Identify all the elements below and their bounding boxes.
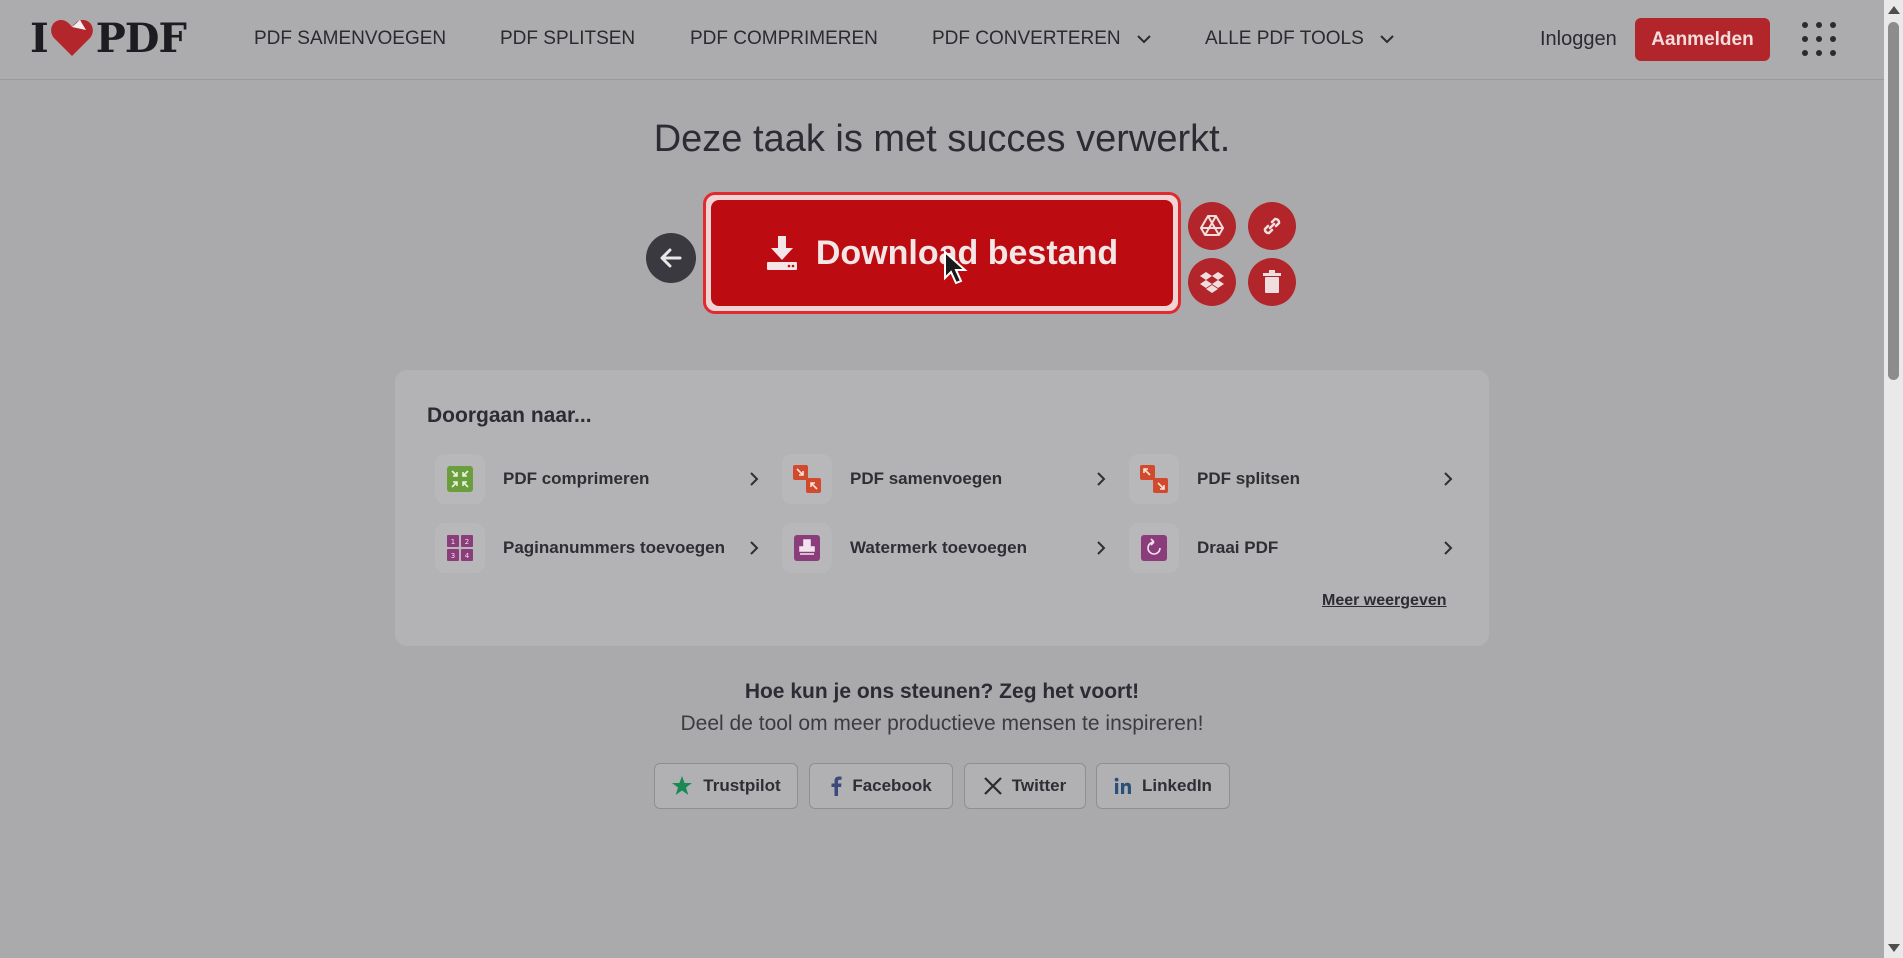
signup-button[interactable]: Aanmelden — [1635, 18, 1770, 61]
delete-file-button[interactable] — [1248, 258, 1296, 306]
back-button[interactable] — [646, 233, 696, 283]
scroll-thumb[interactable] — [1888, 22, 1899, 380]
nav-compress-pdf-label: PDF COMPRIMEREN — [690, 28, 878, 49]
chevron-right-icon — [1444, 541, 1453, 555]
dropbox-icon — [1200, 272, 1224, 293]
nav-convert-pdf-label: PDF CONVERTEREN — [932, 28, 1121, 49]
nav-merge-pdf[interactable]: PDF SAMENVOEGEN — [254, 28, 446, 50]
support-subtitle: Deel de tool om meer productieve mensen … — [680, 712, 1204, 735]
page-numbers-icon: 1 2 3 4 — [435, 523, 485, 573]
chevron-right-icon — [750, 541, 759, 555]
share-label: Facebook — [852, 776, 932, 795]
arrow-left-icon — [660, 248, 682, 268]
continue-title: Doorgaan naar... — [427, 404, 592, 427]
tool-label: PDF splitsen — [1197, 469, 1300, 488]
tool-label: Paginanummers toevoegen — [503, 538, 726, 557]
heart-icon — [50, 20, 93, 56]
logo-text-pdf: PDF — [95, 14, 187, 62]
tool-split-pdf[interactable]: PDF splitsen — [1129, 454, 1457, 504]
facebook-button[interactable]: Facebook — [809, 763, 953, 809]
download-icon — [766, 236, 797, 270]
chevron-down-icon — [1136, 34, 1151, 43]
facebook-icon — [831, 776, 842, 796]
nav-split-pdf-label: PDF SPLITSEN — [500, 28, 636, 49]
compress-icon — [435, 454, 485, 504]
nav-all-tools[interactable]: ALLE PDF TOOLS — [1205, 28, 1394, 50]
svg-text:4: 4 — [465, 552, 470, 560]
chevron-right-icon — [1097, 472, 1106, 486]
tool-rotate-pdf[interactable]: Draai PDF — [1129, 523, 1457, 573]
support-title: Hoe kun je ons steunen? Zeg het voort! — [744, 680, 1140, 703]
link-icon — [1263, 217, 1281, 235]
top-navbar: I PDF PDF SAMENVOEGEN PDF SPLITSEN PDF C… — [0, 0, 1884, 80]
chevron-right-icon — [1097, 541, 1106, 555]
nav-merge-pdf-label: PDF SAMENVOEGEN — [254, 28, 447, 49]
tool-label: PDF comprimeren — [503, 469, 650, 488]
split-icon — [1129, 454, 1179, 504]
nav-all-tools-label: ALLE PDF TOOLS — [1205, 28, 1364, 49]
chevron-down-icon — [1380, 34, 1394, 43]
twitter-button[interactable]: Twitter — [964, 763, 1086, 809]
tool-label: Watermerk toevoegen — [850, 538, 1027, 557]
login-link[interactable]: Inloggen — [1540, 28, 1617, 51]
copy-link-button[interactable] — [1248, 202, 1296, 250]
nav-split-pdf[interactable]: PDF SPLITSEN — [500, 28, 635, 50]
chevron-right-icon — [1444, 472, 1453, 486]
svg-text:2: 2 — [465, 538, 469, 546]
stamp-icon — [782, 523, 832, 573]
page-title: Deze taak is met succes verwerkt. — [653, 118, 1231, 160]
linkedin-button[interactable]: LinkedIn — [1096, 763, 1230, 809]
x-icon — [983, 777, 1002, 795]
chevron-right-icon — [750, 472, 759, 486]
continue-to-card: Doorgaan naar... PDF comprimeren PDF sam… — [395, 370, 1489, 646]
share-label: LinkedIn — [1142, 776, 1212, 795]
tool-label: PDF samenvoegen — [850, 469, 1003, 488]
rotate-icon — [1129, 523, 1179, 573]
apps-grid-icon[interactable] — [1802, 22, 1836, 56]
tool-label: Draai PDF — [1197, 538, 1279, 557]
share-label: Twitter — [1011, 776, 1067, 795]
vertical-scrollbar[interactable] — [1884, 0, 1903, 958]
trustpilot-button[interactable]: Trustpilot — [654, 763, 798, 809]
merge-icon — [782, 454, 832, 504]
save-to-google-drive-button[interactable] — [1188, 202, 1236, 250]
save-to-dropbox-button[interactable] — [1188, 258, 1236, 306]
nav-compress-pdf[interactable]: PDF COMPRIMEREN — [690, 28, 878, 50]
tool-compress-pdf[interactable]: PDF comprimeren — [435, 454, 763, 504]
ilovepdf-logo[interactable]: I PDF — [30, 14, 187, 62]
mouse-cursor-icon — [944, 250, 968, 285]
scroll-down-arrow-icon[interactable] — [1888, 944, 1900, 952]
svg-text:3: 3 — [451, 552, 455, 560]
share-label: Trustpilot — [703, 776, 781, 795]
svg-text:1: 1 — [451, 538, 455, 546]
google-drive-icon — [1200, 215, 1224, 236]
logo-text-i: I — [30, 14, 49, 62]
nav-convert-pdf[interactable]: PDF CONVERTEREN — [932, 28, 1151, 50]
show-more-link[interactable]: Meer weergeven — [1322, 592, 1447, 610]
tool-add-page-numbers[interactable]: 1 2 3 4 Paginanummers toevoegen — [435, 523, 763, 573]
tool-add-watermark[interactable]: Watermerk toevoegen — [782, 523, 1110, 573]
star-icon — [672, 776, 693, 795]
trash-icon — [1263, 270, 1281, 293]
linkedin-icon — [1114, 777, 1132, 794]
download-file-button[interactable]: Download bestand — [711, 200, 1173, 306]
tool-merge-pdf[interactable]: PDF samenvoegen — [782, 454, 1110, 504]
scroll-up-arrow-icon[interactable] — [1888, 6, 1900, 14]
